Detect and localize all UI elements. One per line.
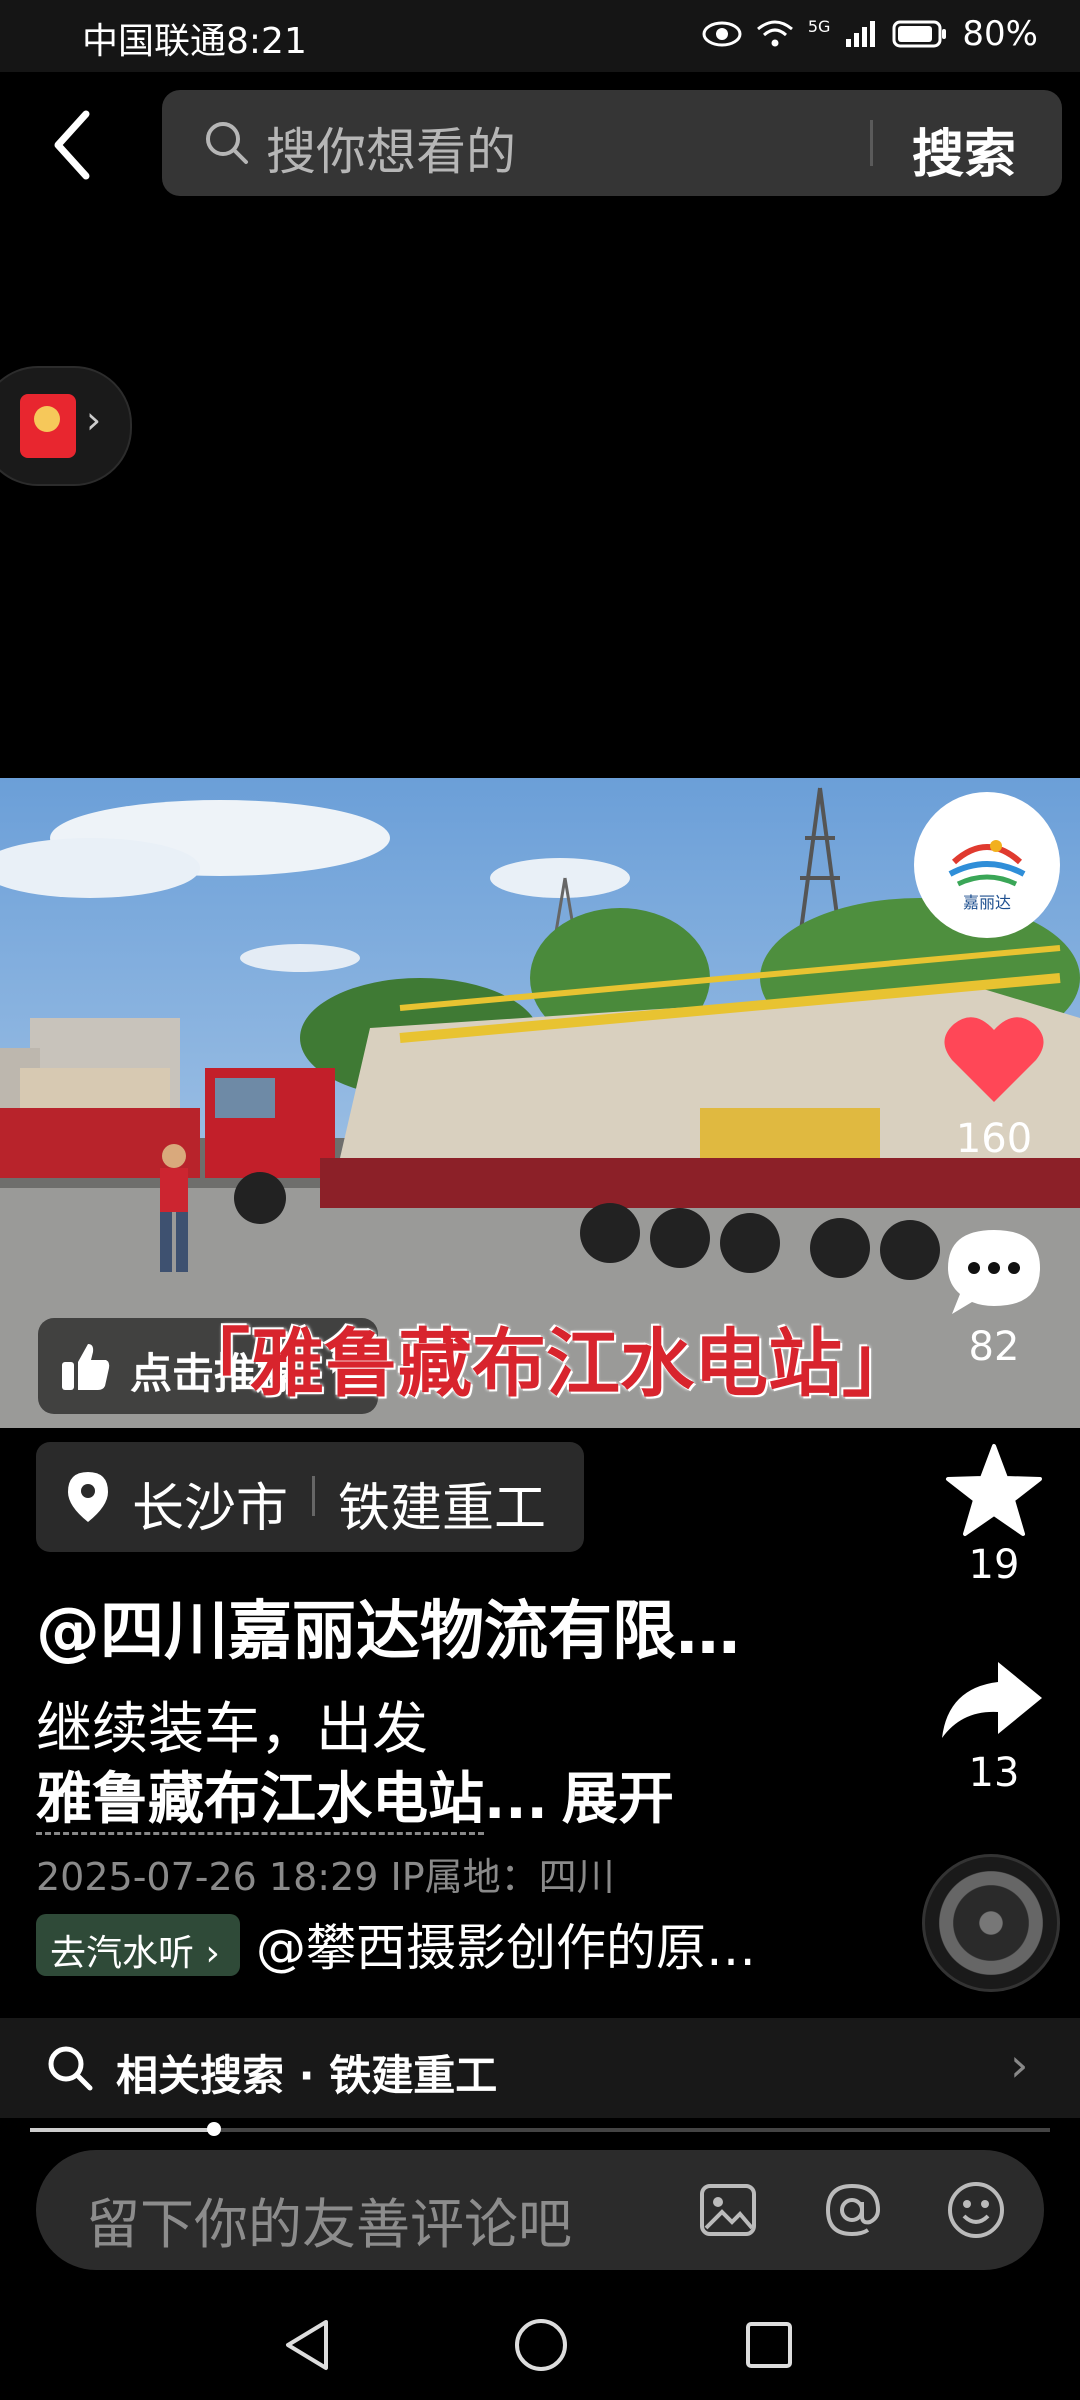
- red-packet-coin: [34, 406, 60, 432]
- status-bar: 中国联通8:21 5G 80%: [0, 0, 1080, 72]
- expand-button[interactable]: 展开: [562, 1767, 674, 1832]
- brand-logo-text: 嘉丽达: [963, 893, 1011, 912]
- emoji-icon[interactable]: [944, 2178, 1008, 2242]
- location-divider: [312, 1476, 315, 1516]
- search-divider: [870, 120, 873, 166]
- status-icons: 5G 80%: [702, 14, 1038, 54]
- favorite-button[interactable]: 19: [914, 1440, 1074, 1600]
- location-city: 长沙市: [132, 1479, 289, 1539]
- signal-icon: [846, 21, 876, 47]
- description-tag[interactable]: 雅鲁藏布江水电站: [36, 1767, 484, 1835]
- brand-logo: 嘉丽达: [917, 795, 1057, 935]
- description-ellipsis: ...: [484, 1767, 548, 1832]
- nav-back-icon[interactable]: [282, 2318, 332, 2372]
- comment-count: 82: [968, 1324, 1020, 1370]
- battery-percent: 80%: [962, 14, 1038, 54]
- video-progress-fill: [30, 2128, 214, 2132]
- chevron-right-icon: ›: [86, 398, 102, 442]
- system-nav-bar: [0, 2278, 1080, 2400]
- description-line: 继续装车，出发: [36, 1697, 428, 1762]
- description-tag-line: 雅鲁藏布江水电站... 展开: [36, 1754, 674, 1835]
- music-chip-text: 去汽水听: [50, 1933, 195, 1974]
- at-icon[interactable]: [820, 2178, 884, 2242]
- author-name[interactable]: @四川嘉丽达物流有限…: [36, 1580, 740, 1672]
- search-icon: [48, 2046, 93, 2091]
- back-button[interactable]: [40, 100, 104, 190]
- search-button[interactable]: 搜索: [912, 112, 1016, 187]
- back-icon: [54, 110, 90, 180]
- location-poi: 铁建重工: [338, 1479, 547, 1539]
- favorite-count: 19: [968, 1542, 1020, 1588]
- music-chip-label: 去汽水听 ›: [50, 1933, 220, 1974]
- carrier-time: 中国联通8:21: [82, 21, 307, 62]
- network-type: 5G: [807, 16, 831, 36]
- search-input[interactable]: 搜你想看的: [266, 112, 516, 184]
- nav-recents-icon[interactable]: [744, 2320, 794, 2370]
- location-chip[interactable]: 长沙市 铁建重工: [36, 1442, 584, 1552]
- location-pin-icon: [68, 1472, 108, 1522]
- search-icon: [206, 122, 248, 164]
- music-chip[interactable]: 去汽水听 ›: [36, 1914, 240, 1976]
- comment-input-bar[interactable]: 留下你的友善评论吧: [36, 2150, 1044, 2270]
- star-icon: [946, 1444, 1042, 1536]
- red-packet-icon: [20, 394, 76, 458]
- search-bar[interactable]: 搜你想看的 搜索: [162, 90, 1062, 196]
- comment-button[interactable]: 82: [914, 1222, 1074, 1382]
- nav-home-icon[interactable]: [512, 2316, 570, 2374]
- music-disc[interactable]: [922, 1854, 1060, 1992]
- image-icon[interactable]: [696, 2178, 760, 2242]
- like-button[interactable]: 160: [914, 1006, 1074, 1166]
- eye-icon: [702, 21, 742, 47]
- video-progress-knob[interactable]: [206, 2122, 221, 2136]
- red-packet-widget[interactable]: ›: [0, 366, 132, 486]
- comment-input[interactable]: 留下你的友善评论吧: [86, 2180, 572, 2259]
- related-search-label: 相关搜索 · 铁建重工: [116, 2051, 498, 2100]
- chevron-right-icon: ›: [1010, 2038, 1029, 2092]
- music-source[interactable]: @攀西摄影创作的原…: [256, 1908, 756, 1980]
- video-caption: 「雅鲁藏布江水电站」: [176, 1321, 916, 1407]
- comment-icon: [948, 1230, 1040, 1314]
- author-avatar[interactable]: 嘉丽达: [914, 792, 1060, 938]
- share-count: 13: [968, 1750, 1020, 1796]
- thumb-up-icon: [62, 1344, 110, 1390]
- related-search-bar[interactable]: 相关搜索 · 铁建重工 ›: [0, 2018, 1080, 2118]
- like-count: 160: [955, 1116, 1033, 1162]
- wifi-icon: [756, 20, 793, 47]
- share-icon: [942, 1662, 1042, 1738]
- post-timestamp: 2025-07-26 18:29 IP属地：四川: [36, 1855, 615, 1899]
- share-button[interactable]: 13: [914, 1650, 1074, 1810]
- heart-icon: [944, 1017, 1044, 1102]
- battery-icon: [892, 20, 947, 48]
